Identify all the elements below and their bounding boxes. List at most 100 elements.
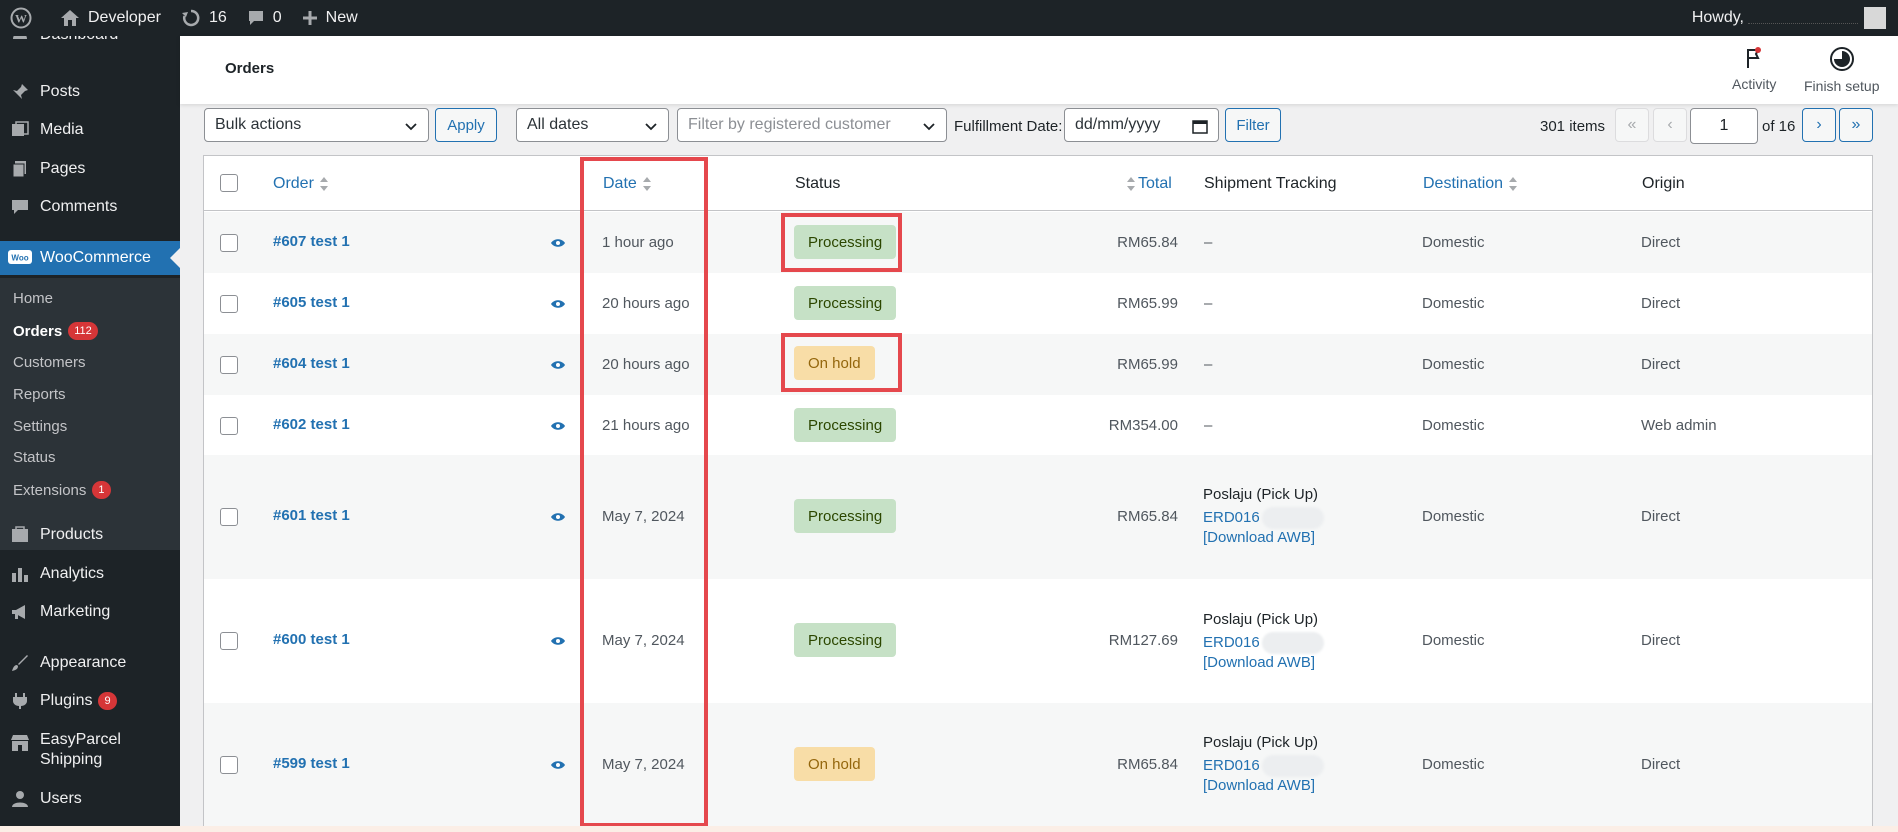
order-link[interactable]: #599 test 1	[273, 755, 350, 772]
row-checkbox[interactable]	[220, 234, 238, 252]
eye-icon[interactable]	[550, 237, 566, 249]
current-page-input[interactable]: 1	[1690, 108, 1758, 144]
eye-icon[interactable]	[550, 298, 566, 310]
submenu-item-home[interactable]: Home	[13, 290, 53, 307]
submenu-item-reports[interactable]: Reports	[13, 386, 66, 403]
order-date: 20 hours ago	[602, 295, 690, 312]
row-checkbox[interactable]	[220, 756, 238, 774]
eye-icon[interactable]	[550, 511, 566, 523]
submenu-item-status[interactable]: Status	[13, 449, 56, 466]
updates-link[interactable]: 16	[171, 0, 237, 36]
eye-icon[interactable]	[550, 635, 566, 647]
tracking-number[interactable]: ERD016	[1203, 755, 1324, 777]
sidebar-item-label: Users	[40, 790, 82, 807]
column-label: Order	[273, 175, 314, 192]
download-awb-link[interactable]: [Download AWB]	[1203, 529, 1315, 546]
column-label: Status	[795, 175, 841, 192]
tracking-number[interactable]: ERD016	[1203, 507, 1324, 529]
order-link[interactable]: #601 test 1	[273, 507, 350, 524]
calendar-icon[interactable]	[1192, 118, 1208, 134]
table-row[interactable]: #605 test 1 20 hours ago Processing RM65…	[204, 273, 1872, 334]
orders-table: Order Date Status Total Shipment Trackin…	[203, 155, 1873, 832]
sidebar-item-pages[interactable]: Pages	[0, 157, 180, 181]
download-awb-link[interactable]: [Download AWB]	[1203, 777, 1315, 794]
sidebar-item-analytics[interactable]: Analytics	[0, 562, 180, 586]
sidebar-item-appearance[interactable]: Appearance	[0, 651, 180, 675]
my-account-link[interactable]: Howdy,	[1692, 0, 1886, 36]
wordpress-logo-button[interactable]: W	[0, 0, 50, 36]
column-label: Destination	[1423, 175, 1504, 192]
bottom-notice-strip	[0, 826, 1898, 832]
comment-bubble-icon	[248, 11, 263, 25]
submenu-label: Customers	[13, 354, 86, 371]
filter-button[interactable]: Filter	[1225, 108, 1281, 142]
origin: Direct	[1641, 508, 1681, 525]
select-all-checkbox[interactable]	[220, 174, 238, 192]
sidebar-item-comments[interactable]: Comments	[0, 195, 180, 219]
order-total: RM127.69	[1108, 632, 1178, 649]
table-row[interactable]: #607 test 1 1 hour ago Processing RM65.8…	[204, 212, 1872, 273]
destination: Domestic	[1422, 234, 1485, 251]
woocommerce-header: Orders Activity Finish setup	[180, 36, 1898, 104]
customer-filter-select[interactable]: Filter by registered customer	[677, 108, 947, 142]
tracking-number[interactable]: ERD016	[1203, 632, 1324, 654]
sidebar-item-media[interactable]: Media	[0, 118, 180, 142]
order-link[interactable]: #604 test 1	[273, 355, 350, 372]
eye-icon[interactable]	[550, 359, 566, 371]
first-page-button[interactable]: «	[1615, 108, 1649, 142]
column-header-order[interactable]: Order	[273, 175, 329, 193]
table-row[interactable]: #604 test 1 20 hours ago On hold RM65.99…	[204, 334, 1872, 395]
current-page-value: 1	[1719, 117, 1729, 134]
row-checkbox[interactable]	[220, 356, 238, 374]
column-header-date[interactable]: Date	[603, 175, 652, 193]
submenu-item-extensions[interactable]: Extensions 1	[13, 481, 111, 499]
table-row[interactable]: #602 test 1 21 hours ago Processing RM35…	[204, 395, 1872, 455]
sidebar-item-dashboard[interactable]: Dashboard	[0, 36, 180, 48]
new-content-link[interactable]: New	[292, 0, 368, 36]
order-link[interactable]: #602 test 1	[273, 416, 350, 433]
order-link[interactable]: #607 test 1	[273, 233, 350, 250]
submenu-item-customers[interactable]: Customers	[13, 354, 86, 371]
plus-icon	[302, 11, 317, 25]
row-checkbox[interactable]	[220, 508, 238, 526]
order-link[interactable]: #605 test 1	[273, 294, 350, 311]
sidebar-item-easyparcel[interactable]: EasyParcel Shipping	[0, 730, 180, 774]
row-checkbox[interactable]	[220, 632, 238, 650]
column-header-total[interactable]: Total	[1126, 175, 1172, 193]
sidebar-item-marketing[interactable]: Marketing	[0, 600, 180, 624]
flag-icon	[1747, 47, 1762, 68]
column-header-destination[interactable]: Destination	[1423, 175, 1518, 193]
table-row[interactable]: #600 test 1 May 7, 2024 Processing RM127…	[204, 579, 1872, 703]
bulk-actions-select[interactable]: Bulk actions	[204, 108, 429, 142]
row-checkbox[interactable]	[220, 417, 238, 435]
table-row[interactable]: #599 test 1 May 7, 2024 On hold RM65.84 …	[204, 703, 1872, 831]
download-awb-link[interactable]: [Download AWB]	[1203, 654, 1315, 671]
sidebar-item-posts[interactable]: Posts	[0, 80, 180, 104]
site-name-link[interactable]: Developer	[50, 0, 171, 36]
plugin-icon	[0, 692, 40, 710]
next-page-button[interactable]: ›	[1802, 108, 1836, 142]
apply-button[interactable]: Apply	[435, 108, 497, 142]
comments-link[interactable]: 0	[237, 0, 292, 36]
table-row[interactable]: #601 test 1 May 7, 2024 Processing RM65.…	[204, 455, 1872, 579]
last-page-button[interactable]: »	[1839, 108, 1873, 142]
sidebar-item-products[interactable]: Products	[0, 523, 180, 547]
fulfillment-date-input[interactable]: dd/mm/yyyy	[1064, 108, 1219, 142]
eye-icon[interactable]	[550, 420, 566, 432]
easyparcel-label-line2: Shipping	[40, 751, 103, 768]
row-checkbox[interactable]	[220, 295, 238, 313]
submenu-item-orders[interactable]: Orders 112	[13, 322, 98, 340]
submenu-item-settings[interactable]: Settings	[13, 418, 67, 435]
sidebar-item-plugins[interactable]: Plugins 9	[0, 689, 180, 713]
activity-button[interactable]: Activity	[1732, 46, 1776, 92]
order-link[interactable]: #600 test 1	[273, 631, 350, 648]
finish-setup-button[interactable]: Finish setup	[1804, 46, 1879, 94]
sidebar-item-users[interactable]: Users	[0, 787, 180, 811]
page-title: Orders	[225, 60, 275, 77]
sidebar-item-woocommerce[interactable]: Woo WooCommerce	[0, 241, 180, 275]
date-filter-select[interactable]: All dates	[516, 108, 669, 142]
prev-page-button[interactable]: ‹	[1653, 108, 1687, 142]
submenu-label: Orders	[13, 322, 63, 340]
eye-icon[interactable]	[550, 759, 566, 771]
bulk-actions-value: Bulk actions	[215, 116, 302, 133]
